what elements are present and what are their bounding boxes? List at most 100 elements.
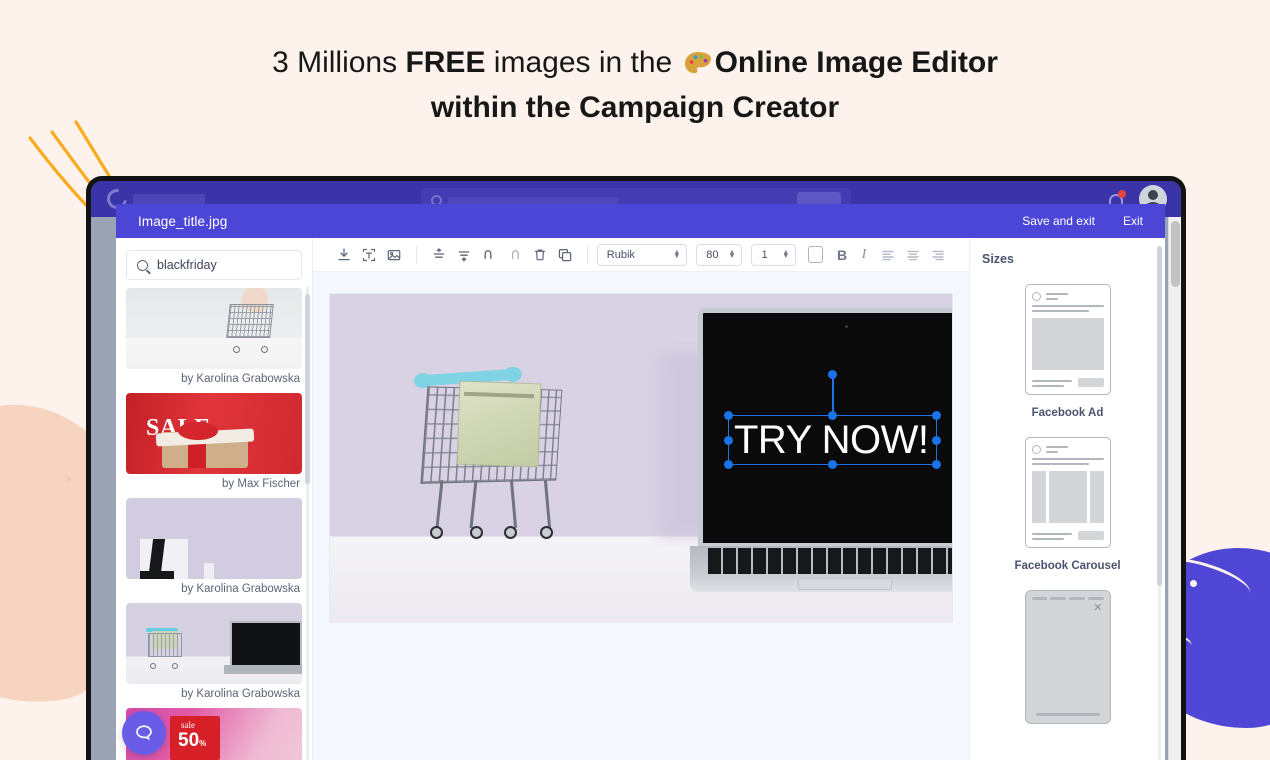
sizes-panel: Sizes Facebook Ad Facebook Carousel ✕ bbox=[969, 238, 1165, 760]
image-results-list[interactable]: by Karolina Grabowska SALE by Max Fische… bbox=[116, 288, 312, 760]
font-size-value: 80 bbox=[706, 248, 719, 261]
resize-handle-nw[interactable] bbox=[724, 411, 733, 420]
story-mockup: ✕ bbox=[1024, 590, 1111, 724]
toolbar-divider bbox=[586, 245, 588, 264]
chat-bubble-icon bbox=[136, 725, 152, 741]
thumbnail-image[interactable] bbox=[126, 603, 302, 684]
thumbnail-image[interactable]: SALE bbox=[126, 393, 302, 474]
editor-actions: Save and exit Exit bbox=[1022, 214, 1143, 228]
sparkle-decoration bbox=[66, 476, 72, 482]
image-editor-modal: Image_title.jpg Save and exit Exit black… bbox=[116, 204, 1165, 760]
palette-icon bbox=[683, 46, 713, 87]
selection-box bbox=[724, 370, 941, 469]
sizes-scrollbar[interactable] bbox=[1157, 246, 1162, 760]
italic-button[interactable]: I bbox=[853, 247, 875, 263]
canvas-area: Rubik ▲ ▼ 80 ▲ ▼ 1 ▲ ▼ B I TRY NOW! bbox=[312, 238, 969, 760]
thumbnail-image[interactable] bbox=[126, 288, 302, 369]
editor-titlebar: Image_title.jpg Save and exit Exit bbox=[116, 204, 1165, 238]
resize-handle-sw[interactable] bbox=[724, 460, 733, 469]
line-height-select[interactable]: 1 ▲ ▼ bbox=[751, 243, 797, 266]
logo-wordmark bbox=[133, 193, 205, 205]
search-icon bbox=[137, 259, 148, 271]
headline-free: FREE bbox=[405, 46, 486, 79]
size-option-story[interactable]: ✕ bbox=[970, 590, 1165, 724]
resize-handle-s[interactable] bbox=[827, 460, 837, 469]
browser-scrollbar-thumb[interactable] bbox=[1171, 221, 1180, 287]
undo-icon[interactable] bbox=[477, 240, 502, 270]
toolbar-divider bbox=[416, 245, 417, 264]
headline-text-b: images in the bbox=[485, 46, 681, 79]
size-option-label: Facebook Ad bbox=[1031, 407, 1104, 419]
resize-handle-e[interactable] bbox=[931, 435, 941, 445]
chevron-updown-icon: ▲ ▼ bbox=[728, 248, 736, 260]
image-library-panel: by Karolina Grabowska SALE by Max Fische… bbox=[116, 238, 312, 760]
redo-icon[interactable] bbox=[502, 240, 527, 270]
thumbnail-credit: by Karolina Grabowska bbox=[181, 373, 300, 385]
artboard[interactable]: TRY NOW! bbox=[330, 294, 952, 622]
list-item[interactable]: by Karolina Grabowska bbox=[126, 603, 302, 700]
editor-filename: Image_title.jpg bbox=[138, 213, 228, 229]
thumbnail-image[interactable] bbox=[126, 498, 302, 579]
line-height-value: 1 bbox=[761, 248, 768, 261]
page-headline: 3 Millions FREE images in the Online Ima… bbox=[0, 42, 1270, 129]
list-item[interactable]: SALE by Max Fischer bbox=[126, 393, 302, 490]
bold-button[interactable]: B bbox=[831, 247, 853, 263]
duplicate-icon[interactable] bbox=[553, 240, 578, 270]
editor-body: by Karolina Grabowska SALE by Max Fische… bbox=[116, 238, 1165, 760]
download-icon[interactable] bbox=[331, 240, 356, 270]
font-size-select[interactable]: 80 ▲ ▼ bbox=[696, 243, 743, 266]
editor-toolbar: Rubik ▲ ▼ 80 ▲ ▼ 1 ▲ ▼ B I bbox=[313, 238, 969, 272]
font-family-select[interactable]: Rubik ▲ ▼ bbox=[596, 243, 688, 266]
headline-line-2: within the Campaign Creator bbox=[430, 91, 840, 125]
browser-scrollbar[interactable] bbox=[1168, 217, 1181, 760]
headline-line-1: 3 Millions FREE images in the Online Ima… bbox=[0, 42, 1270, 87]
text-color-swatch[interactable] bbox=[808, 246, 824, 263]
add-text-icon[interactable] bbox=[356, 240, 381, 270]
resize-handle-w[interactable] bbox=[724, 435, 733, 445]
facebook-ad-mockup bbox=[1024, 284, 1111, 395]
laptop-frame: Image_title.jpg Save and exit Exit black… bbox=[86, 176, 1186, 760]
align-center-icon[interactable] bbox=[900, 240, 925, 270]
close-icon: ✕ bbox=[1093, 602, 1103, 614]
size-option-facebook-ad[interactable]: Facebook Ad bbox=[970, 284, 1165, 419]
laptop-screen: Image_title.jpg Save and exit Exit black… bbox=[91, 181, 1181, 760]
list-item[interactable]: by Karolina Grabowska bbox=[126, 498, 302, 595]
align-left-icon[interactable] bbox=[875, 240, 900, 270]
headline-text-a: 3 Millions bbox=[272, 46, 406, 79]
font-family-value: Rubik bbox=[606, 248, 635, 261]
size-option-facebook-carousel[interactable]: Facebook Carousel bbox=[970, 437, 1165, 572]
chevron-updown-icon: ▲ ▼ bbox=[782, 248, 790, 260]
align-bottom-icon[interactable] bbox=[451, 240, 476, 270]
exit-button[interactable]: Exit bbox=[1123, 214, 1143, 228]
align-top-icon[interactable] bbox=[426, 240, 451, 270]
canvas-stage[interactable]: TRY NOW! bbox=[313, 272, 969, 760]
search-input[interactable] bbox=[157, 258, 291, 272]
search-placeholder-bar bbox=[448, 196, 618, 204]
notification-dot bbox=[1118, 190, 1126, 198]
headline-editor-name: Online Image Editor bbox=[714, 46, 998, 79]
facebook-carousel-mockup bbox=[1024, 437, 1111, 548]
sizes-panel-title: Sizes bbox=[982, 252, 1014, 266]
add-image-icon[interactable] bbox=[382, 240, 407, 270]
thumbnail-credit: by Karolina Grabowska bbox=[181, 583, 300, 595]
help-chat-button[interactable] bbox=[122, 711, 166, 755]
thumbnail-credit: by Max Fischer bbox=[222, 478, 300, 490]
list-item[interactable]: by Karolina Grabowska bbox=[126, 288, 302, 385]
rotate-handle[interactable] bbox=[827, 370, 837, 379]
save-and-exit-button[interactable]: Save and exit bbox=[1022, 214, 1095, 228]
chevron-updown-icon: ▲ ▼ bbox=[673, 248, 681, 260]
library-scrollbar[interactable] bbox=[303, 286, 312, 760]
thumbnail-credit: by Karolina Grabowska bbox=[181, 688, 300, 700]
text-layer[interactable]: TRY NOW! bbox=[724, 370, 941, 469]
align-right-icon[interactable] bbox=[926, 240, 951, 270]
resize-handle-ne[interactable] bbox=[931, 411, 941, 420]
rotate-stem bbox=[832, 374, 834, 416]
search-wrapper bbox=[116, 238, 312, 288]
image-search-box[interactable] bbox=[126, 250, 302, 280]
resize-handle-se[interactable] bbox=[931, 460, 941, 469]
sizes-scrollbar-thumb[interactable] bbox=[1157, 246, 1162, 586]
page-root: 3 Millions FREE images in the Online Ima… bbox=[0, 0, 1270, 760]
library-scrollbar-thumb[interactable] bbox=[305, 294, 310, 484]
delete-icon[interactable] bbox=[527, 240, 552, 270]
shopping-cart-graphic bbox=[412, 362, 586, 552]
